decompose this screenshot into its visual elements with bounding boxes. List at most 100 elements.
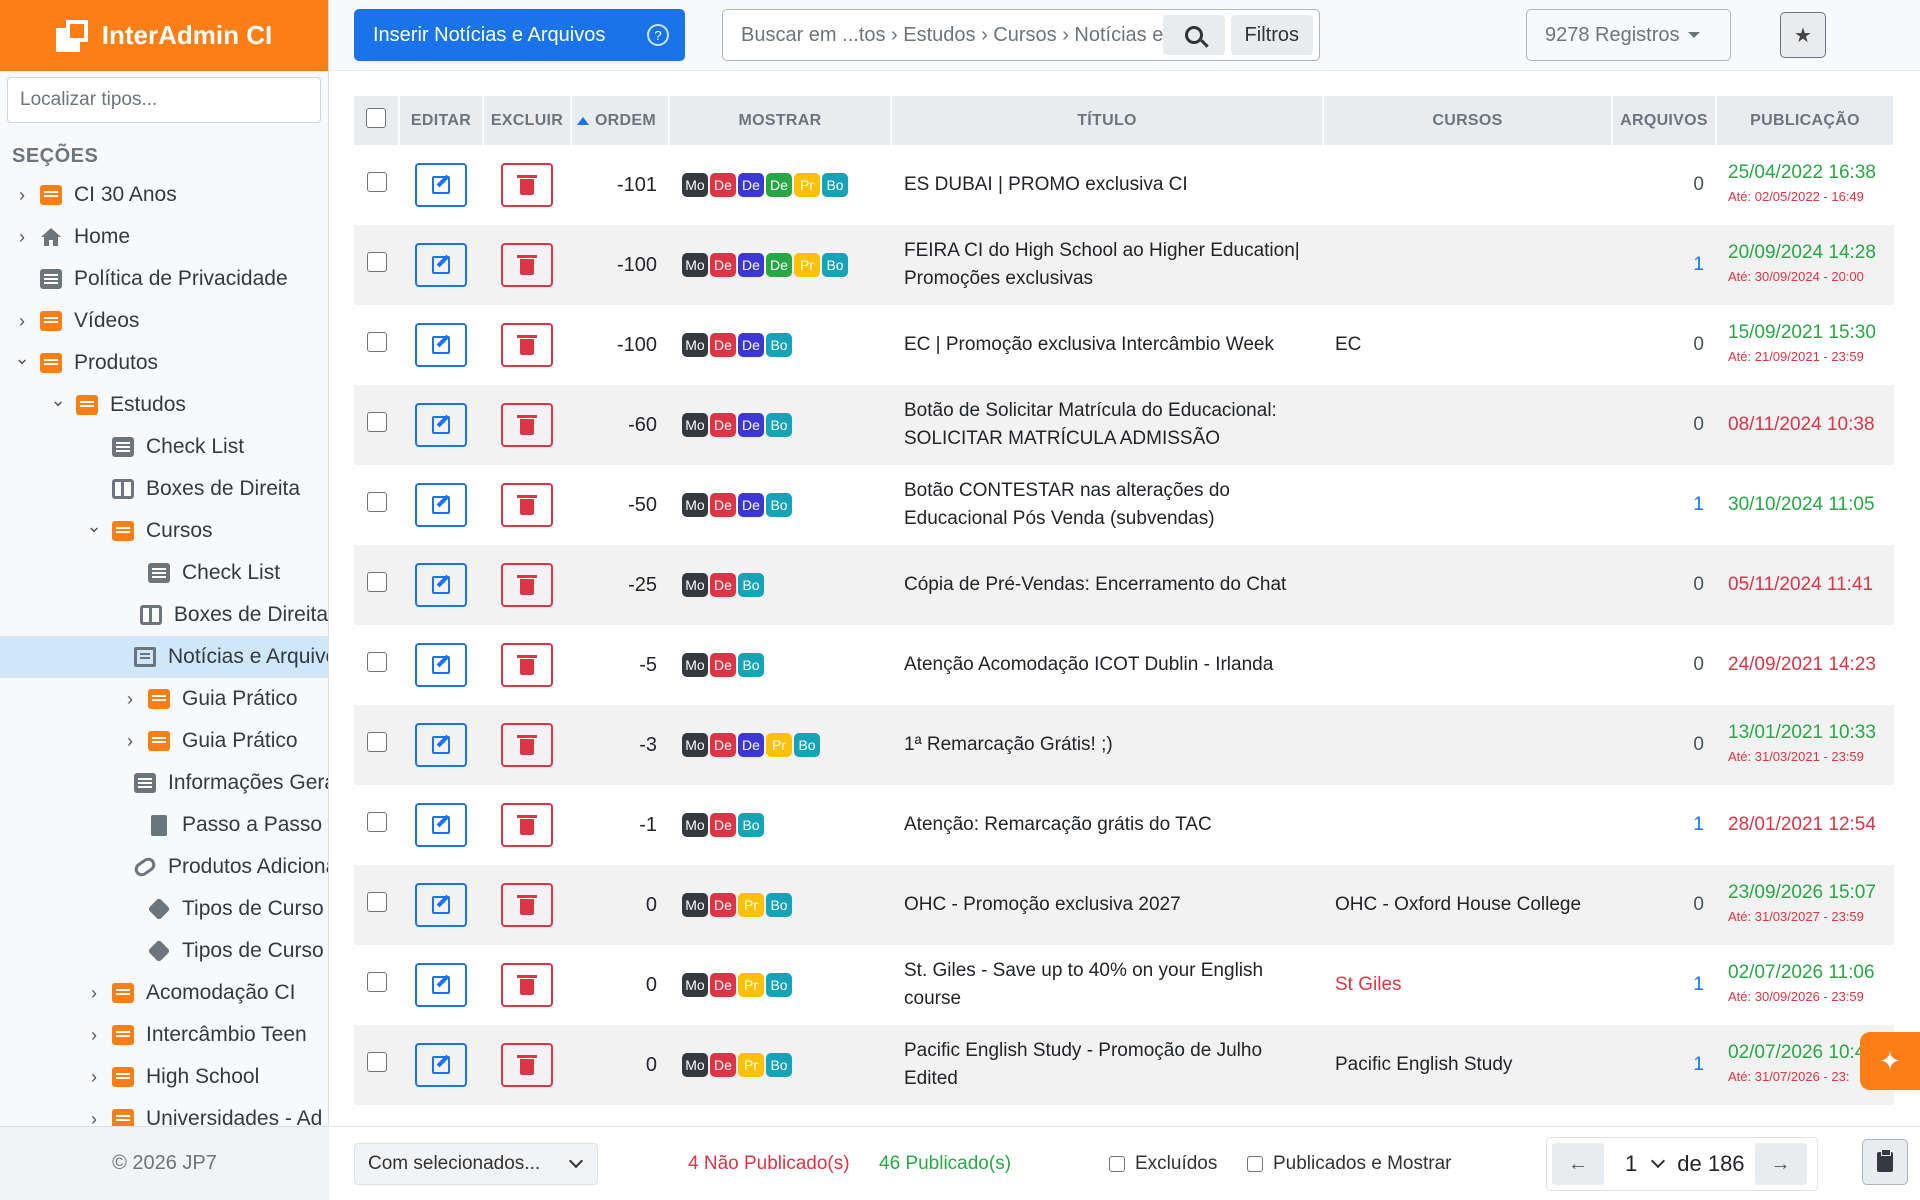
- table-row[interactable]: -50 Mo De De Bo Botão CONTESTAR nas alteraçõe…: [354, 465, 1894, 545]
- row-select-cell[interactable]: [354, 305, 399, 385]
- sidebar-item[interactable]: › Acomodação CI: [0, 972, 328, 1014]
- search-button[interactable]: [1162, 15, 1225, 55]
- chevron-right-icon[interactable]: ›: [12, 311, 32, 332]
- visibility-tag[interactable]: De: [710, 333, 736, 357]
- sidebar-item[interactable]: ›Tipos de Curso: [0, 888, 328, 930]
- row-select-cell[interactable]: [354, 225, 399, 305]
- header-publication[interactable]: PUBLICAÇÃO: [1716, 96, 1894, 145]
- visibility-tag[interactable]: De: [710, 253, 736, 277]
- row-files-count[interactable]: 1: [1612, 225, 1716, 305]
- row-checkbox[interactable]: [366, 812, 387, 832]
- row-select-cell[interactable]: [354, 865, 399, 945]
- type-search-input[interactable]: [20, 89, 320, 111]
- visibility-tag[interactable]: De: [710, 893, 736, 917]
- row-select-cell[interactable]: [354, 625, 399, 705]
- visibility-tag[interactable]: Bo: [738, 813, 764, 837]
- sidebar-item[interactable]: › Vídeos: [0, 300, 328, 342]
- table-row[interactable]: -3 Mo De De Pr Bo 1ª Remarcação Grátis! ;) 0 13/…: [354, 705, 1894, 785]
- row-title[interactable]: 1ª Remarcação Grátis! ;): [891, 705, 1323, 785]
- delete-button[interactable]: [501, 803, 553, 847]
- visibility-tag[interactable]: Mo: [682, 413, 708, 437]
- visibility-tag[interactable]: Mo: [682, 653, 708, 677]
- visibility-tag[interactable]: De: [710, 173, 736, 197]
- sidebar-item[interactable]: › Guia Prático: [0, 678, 328, 720]
- records-dropdown[interactable]: 9278 Registros: [1526, 9, 1731, 61]
- visibility-tag[interactable]: Pr: [738, 893, 764, 917]
- header-title[interactable]: TÍTULO: [891, 96, 1324, 145]
- delete-button[interactable]: [501, 563, 553, 607]
- visibility-tag[interactable]: Bo: [822, 253, 848, 277]
- edit-button[interactable]: [415, 163, 467, 207]
- row-checkbox[interactable]: [366, 892, 387, 912]
- visibility-tag[interactable]: Pr: [794, 173, 820, 197]
- visibility-tag[interactable]: Bo: [766, 333, 792, 357]
- published-show-toggle[interactable]: Publicados e Mostrar: [1247, 1153, 1451, 1175]
- row-checkbox[interactable]: [366, 412, 387, 432]
- visibility-tag[interactable]: Bo: [794, 733, 820, 757]
- row-checkbox[interactable]: [366, 1052, 387, 1072]
- published-count[interactable]: 46 Publicado(s): [879, 1153, 1011, 1175]
- visibility-tag[interactable]: Bo: [766, 973, 792, 997]
- edit-button[interactable]: [415, 963, 467, 1007]
- sidebar-item[interactable]: ›Check List: [0, 552, 328, 594]
- brand[interactable]: InterAdmin CI: [0, 0, 328, 71]
- visibility-tag[interactable]: De: [738, 493, 764, 517]
- table-row[interactable]: -101 Mo De De De Pr Bo ES DUBAI | PROMO exclusi…: [354, 145, 1894, 225]
- sidebar-item[interactable]: ⌄ Produtos: [0, 342, 328, 384]
- visibility-tag[interactable]: Mo: [682, 973, 708, 997]
- visibility-tag[interactable]: De: [766, 173, 792, 197]
- row-title[interactable]: Pacific English Study - Promoção de Julh…: [891, 1025, 1323, 1105]
- visibility-tag[interactable]: Pr: [738, 973, 764, 997]
- row-title[interactable]: Botão de Solicitar Matrícula do Educacio…: [891, 385, 1323, 465]
- visibility-tag[interactable]: De: [710, 813, 736, 837]
- sidebar-item[interactable]: ›Check List: [0, 426, 328, 468]
- chevron-right-icon[interactable]: ›: [12, 227, 32, 248]
- unpublished-count[interactable]: 4 Não Publicado(s): [688, 1153, 850, 1175]
- chevron-right-icon[interactable]: ›: [84, 1025, 104, 1046]
- edit-button[interactable]: [415, 563, 467, 607]
- visibility-tag[interactable]: Bo: [766, 493, 792, 517]
- chevron-down-icon[interactable]: ⌄: [48, 390, 68, 411]
- magic-wand-button[interactable]: ✦: [1860, 1032, 1920, 1090]
- visibility-tag[interactable]: Bo: [766, 413, 792, 437]
- delete-button[interactable]: [501, 1043, 553, 1087]
- row-title[interactable]: Atenção: Remarcação grátis do TAC: [891, 785, 1323, 865]
- sidebar-item[interactable]: ›Tipos de Curso: [0, 930, 328, 972]
- delete-button[interactable]: [501, 243, 553, 287]
- help-icon[interactable]: ?: [647, 24, 669, 46]
- sidebar-item[interactable]: › High School: [0, 1056, 328, 1098]
- filters-button[interactable]: Filtros: [1230, 15, 1313, 55]
- chevron-right-icon[interactable]: ›: [120, 731, 140, 752]
- row-title[interactable]: Cópia de Pré-Vendas: Encerramento do Cha…: [891, 545, 1323, 625]
- delete-button[interactable]: [501, 723, 553, 767]
- delete-button[interactable]: [501, 643, 553, 687]
- chevron-right-icon[interactable]: ›: [12, 185, 32, 206]
- row-select-cell[interactable]: [354, 545, 399, 625]
- sidebar-item[interactable]: ›Produtos Adicionais: [0, 846, 328, 888]
- delete-button[interactable]: [501, 483, 553, 527]
- delete-button[interactable]: [501, 963, 553, 1007]
- sidebar-item[interactable]: ›Notícias e Arquivos: [0, 636, 328, 678]
- row-select-cell[interactable]: [354, 385, 399, 465]
- chevron-right-icon[interactable]: ›: [84, 1067, 104, 1088]
- delete-button[interactable]: [501, 403, 553, 447]
- row-title[interactable]: OHC - Promoção exclusiva 2027: [891, 865, 1323, 945]
- sidebar-item[interactable]: ›Passo a Passo: [0, 804, 328, 846]
- edit-button[interactable]: [415, 883, 467, 927]
- row-checkbox[interactable]: [366, 972, 387, 992]
- visibility-tag[interactable]: De: [710, 413, 736, 437]
- published-show-checkbox[interactable]: [1247, 1156, 1263, 1172]
- current-page[interactable]: 1: [1625, 1151, 1637, 1177]
- row-checkbox[interactable]: [366, 652, 387, 672]
- row-select-cell[interactable]: [354, 145, 399, 225]
- next-page-button[interactable]: →: [1754, 1143, 1807, 1185]
- row-files-count[interactable]: 1: [1612, 1025, 1716, 1105]
- edit-button[interactable]: [415, 483, 467, 527]
- row-files-count[interactable]: 1: [1612, 465, 1716, 545]
- visibility-tag[interactable]: De: [766, 253, 792, 277]
- visibility-tag[interactable]: Bo: [738, 573, 764, 597]
- row-select-cell[interactable]: [354, 945, 399, 1025]
- visibility-tag[interactable]: De: [738, 733, 764, 757]
- delete-button[interactable]: [501, 883, 553, 927]
- delete-button[interactable]: [501, 323, 553, 367]
